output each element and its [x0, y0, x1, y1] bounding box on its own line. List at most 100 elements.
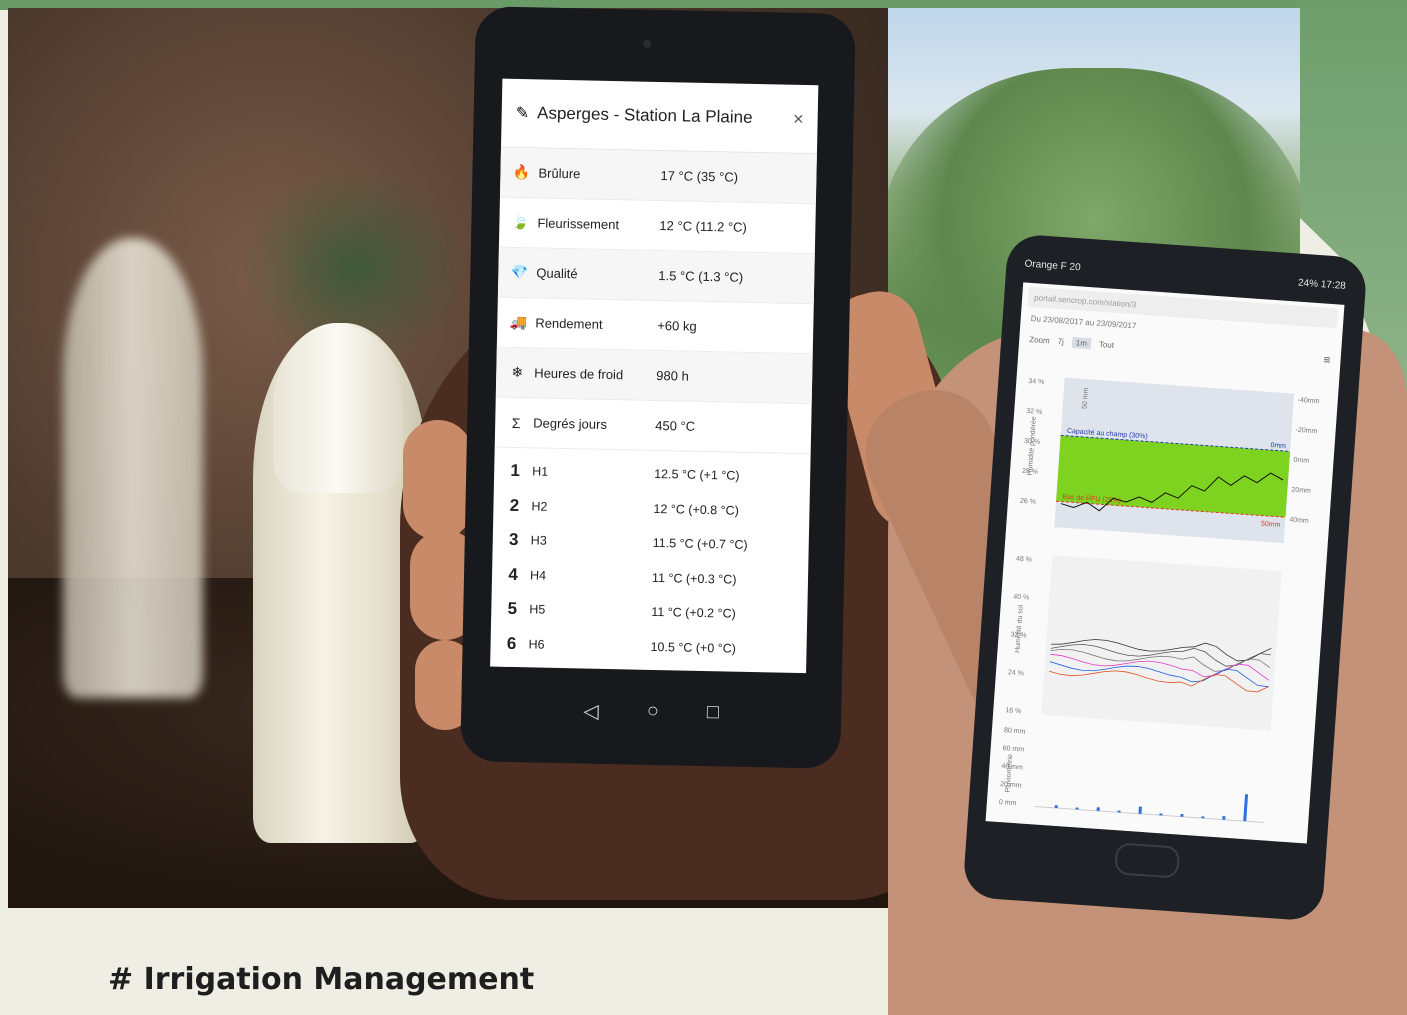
- metric-row: 🔥 Brûlure 17 °C (35 °C): [499, 147, 817, 205]
- y2-tick-label: -40mm: [1297, 397, 1319, 406]
- rain-bar: [1117, 810, 1121, 813]
- metric-row: Σ Degrés jours 450 °C: [494, 397, 812, 455]
- recent-apps-icon[interactable]: □: [707, 701, 720, 726]
- soil-moisture-chart: 48 %40 %32 %24 %16 %Humidité du sol: [1005, 555, 1282, 731]
- digit-icon: 5: [507, 599, 518, 619]
- metric-value: +60 kg: [657, 317, 697, 334]
- y-axis-label: Humidité du sol: [1014, 604, 1024, 653]
- metric-label: Brûlure: [538, 165, 581, 182]
- y-tick-label: 24 %: [1008, 669, 1024, 677]
- smartphone-right: Orange F 20 24% 17:28 portail.sencrop.co…: [962, 233, 1368, 922]
- diamond-icon: 💎: [510, 263, 529, 281]
- hour-value: 11.5 °C (+0.7 °C): [652, 536, 748, 553]
- hour-label: H3: [530, 533, 547, 548]
- weighted-moisture-chart: 34 %32 %30 %28 %26 %-40mm-20mm0mm20mm40m…: [1020, 377, 1320, 544]
- digit-icon: 1: [510, 461, 521, 481]
- y-tick-label: 34 %: [1028, 378, 1044, 386]
- hour-value: 11 °C (+0.3 °C): [651, 570, 737, 587]
- speaker-icon: [643, 39, 652, 48]
- home-icon[interactable]: ○: [647, 700, 660, 725]
- metric-label: Qualité: [536, 265, 578, 282]
- refill-mm-label: 50mm: [1261, 521, 1281, 529]
- rain-bar: [1075, 807, 1079, 810]
- metric-value: 12 °C (11.2 °C): [659, 217, 747, 235]
- metric-label: Heures de froid: [534, 365, 624, 383]
- y2-tick-label: 0mm: [1293, 457, 1309, 465]
- y-tick-label: 16 %: [1005, 707, 1021, 715]
- metric-value: 17 °C (35 °C): [660, 168, 739, 185]
- metric-row: 💎 Qualité 1.5 °C (1.3 °C): [497, 247, 815, 305]
- finger: [403, 420, 473, 540]
- android-nav-bar: ◁ ○ □: [461, 696, 841, 729]
- metric-label: Degrés jours: [533, 415, 608, 432]
- zoom-option-7j[interactable]: 7j: [1057, 336, 1064, 345]
- home-button[interactable]: [1114, 842, 1181, 879]
- rainfall-chart: 80 mm60 mm40 mm20 mm0 mmPluviométrie: [999, 727, 1265, 824]
- y-tick-label: 80 mm: [1004, 727, 1026, 735]
- digit-icon: 3: [508, 530, 519, 550]
- pen-icon: ✎: [515, 104, 530, 123]
- hour-value: 12 °C (+0.8 °C): [653, 501, 739, 518]
- snowflake-icon: ❄: [511, 363, 524, 381]
- y-axis-label: Humidité pondérée: [1027, 416, 1038, 476]
- modal-title: Asperges - Station La Plaine: [536, 103, 753, 127]
- truck-icon: 🚚: [509, 313, 528, 331]
- metric-value: 980 h: [656, 367, 689, 384]
- metric-label: Fleurissement: [537, 215, 620, 233]
- rain-bar: [1201, 816, 1205, 819]
- hour-label: H4: [529, 568, 547, 583]
- capacity-mm-label: 0mm: [1270, 442, 1286, 450]
- hamburger-menu-icon[interactable]: ≡: [1323, 353, 1331, 367]
- x-axis: [1034, 805, 1265, 824]
- y-tick-label: 60 mm: [1002, 745, 1024, 753]
- digit-icon: 2: [509, 495, 520, 515]
- y-tick-label: 26 %: [1020, 498, 1036, 506]
- metric-row: 🍃 Fleurissement 12 °C (11.2 °C): [498, 197, 816, 255]
- y-tick-label: 32 %: [1026, 408, 1042, 416]
- flame-icon: 🔥: [512, 163, 531, 181]
- hour-value: 11 °C (+0.2 °C): [651, 605, 736, 621]
- metric-row: ❄ Heures de froid 980 h: [495, 347, 813, 405]
- smartphone-left: ✎ Asperges - Station La Plaine × 🔥 Brûlur…: [460, 6, 856, 769]
- rain-bar: [1222, 815, 1226, 820]
- plot-background: [1041, 555, 1282, 731]
- y2-tick-label: 20mm: [1291, 487, 1311, 495]
- leaf-icon: 🍃: [511, 213, 530, 231]
- rain-bar: [1138, 806, 1142, 814]
- rain-bar: [1096, 807, 1100, 812]
- rain-bar: [1159, 813, 1163, 816]
- modal-header: ✎ Asperges - Station La Plaine ×: [500, 78, 819, 155]
- sigma-icon: Σ: [511, 414, 521, 431]
- asparagus-spear-background: [63, 238, 203, 698]
- digit-icon: 6: [506, 633, 517, 653]
- url-text: portail.sencrop.com/station/3: [1033, 292, 1137, 309]
- phone-screen-right: portail.sencrop.com/station/3 Du 23/08/2…: [985, 282, 1345, 844]
- hour-value: 10.5 °C (+0 °C): [650, 639, 737, 656]
- hour-label: H2: [531, 499, 548, 514]
- y-tick-label: 0 mm: [999, 799, 1017, 807]
- hour-row: 6 H6 10.5 °C (+0 °C): [490, 626, 807, 667]
- y-tick-label: 40 %: [1013, 593, 1029, 601]
- zoom-label: Zoom: [1028, 334, 1051, 345]
- back-icon[interactable]: ◁: [583, 699, 599, 724]
- metric-value: 1.5 °C (1.3 °C): [658, 267, 744, 285]
- zoom-option-tout[interactable]: Tout: [1099, 339, 1115, 349]
- phone-screen-left: ✎ Asperges - Station La Plaine × 🔥 Brûlur…: [490, 78, 819, 674]
- rain-bar: [1243, 794, 1249, 822]
- y-tick-label: 48 %: [1016, 556, 1032, 564]
- metric-row: 🚚 Rendement +60 kg: [496, 297, 814, 355]
- zoom-option-1m[interactable]: 1m: [1071, 336, 1092, 349]
- hour-label: H5: [529, 602, 546, 617]
- close-button[interactable]: ×: [793, 108, 804, 129]
- carrier-label: Orange F 20: [1024, 258, 1081, 274]
- battery-clock: 24% 17:28: [1297, 277, 1347, 292]
- digit-icon: 4: [508, 564, 518, 584]
- metric-label: Rendement: [535, 315, 603, 332]
- hour-value: 12.5 °C (+1 °C): [654, 467, 740, 483]
- y2-tick-label: -20mm: [1295, 427, 1317, 436]
- caption-title: # Irrigation Management: [108, 962, 535, 997]
- hour-label: H6: [528, 637, 545, 652]
- metric-value: 450 °C: [655, 417, 696, 434]
- y2-tick-label: 40mm: [1289, 517, 1309, 525]
- hour-label: H1: [532, 464, 549, 479]
